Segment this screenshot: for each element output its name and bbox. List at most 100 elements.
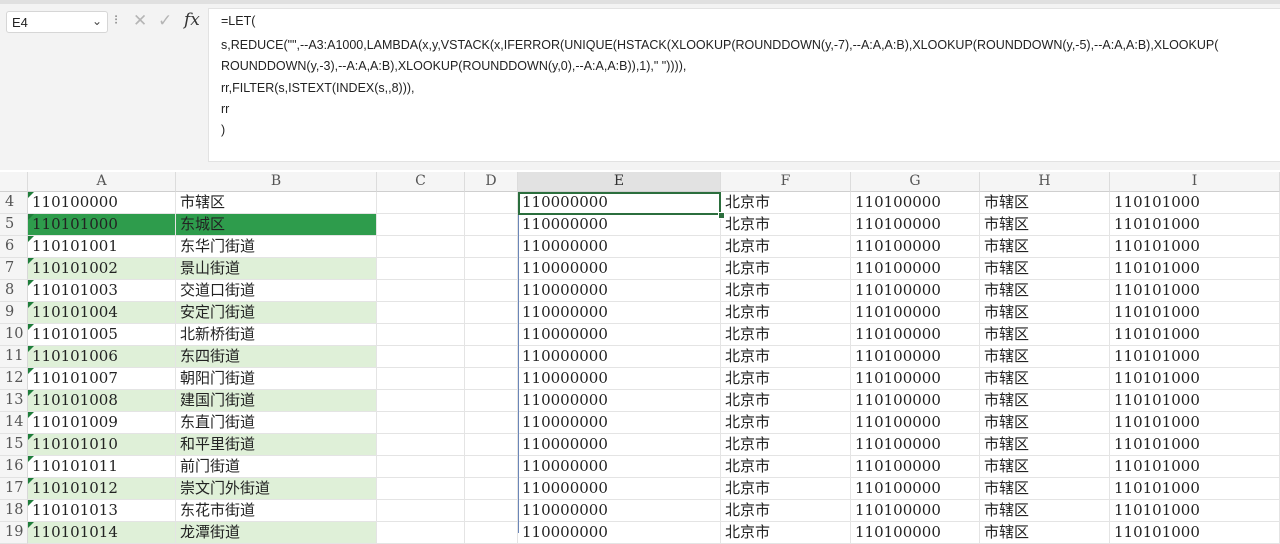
cell-h[interactable]: 市辖区 — [980, 324, 1110, 346]
cell-e[interactable]: 110000000 — [518, 500, 721, 522]
cell-f[interactable]: 北京市 — [721, 368, 851, 390]
cell-e[interactable]: 110000000 — [518, 368, 721, 390]
cell-f[interactable]: 北京市 — [721, 280, 851, 302]
cell-f[interactable]: 北京市 — [721, 324, 851, 346]
cell-h[interactable]: 市辖区 — [980, 214, 1110, 236]
cell-b[interactable]: 交道口街道 — [176, 280, 377, 302]
cell-e[interactable]: 110000000 — [518, 324, 721, 346]
cell-a[interactable]: 110101010 — [28, 434, 176, 456]
cell-b[interactable]: 东四街道 — [176, 346, 377, 368]
cell-b[interactable]: 市辖区 — [176, 192, 377, 214]
cell-g[interactable]: 110100000 — [851, 368, 980, 390]
cell-h[interactable]: 市辖区 — [980, 302, 1110, 324]
cell-c[interactable] — [377, 302, 465, 324]
cell-d[interactable] — [465, 478, 518, 500]
cell-d[interactable] — [465, 192, 518, 214]
cell-f[interactable]: 北京市 — [721, 258, 851, 280]
cell-a[interactable]: 110101005 — [28, 324, 176, 346]
cell-c[interactable] — [377, 434, 465, 456]
cell-i[interactable]: 110101000 — [1110, 434, 1280, 456]
cell-i[interactable]: 110101000 — [1110, 412, 1280, 434]
cell-d[interactable] — [465, 258, 518, 280]
cell-e[interactable]: 110000000 — [518, 280, 721, 302]
formula-input[interactable]: =LET( s,REDUCE("",--A3:A1000,LAMBDA(x,y,… — [208, 8, 1280, 162]
row-header[interactable]: 16 — [0, 456, 28, 478]
cell-c[interactable] — [377, 280, 465, 302]
cell-f[interactable]: 北京市 — [721, 302, 851, 324]
cancel-icon[interactable]: ✕ — [133, 11, 147, 31]
cell-d[interactable] — [465, 500, 518, 522]
cell-g[interactable]: 110100000 — [851, 390, 980, 412]
cell-h[interactable]: 市辖区 — [980, 500, 1110, 522]
cell-a[interactable]: 110101006 — [28, 346, 176, 368]
cell-g[interactable]: 110100000 — [851, 412, 980, 434]
cell-c[interactable] — [377, 390, 465, 412]
cell-a[interactable]: 110101004 — [28, 302, 176, 324]
cell-f[interactable]: 北京市 — [721, 434, 851, 456]
cell-i[interactable]: 110101000 — [1110, 258, 1280, 280]
cell-a[interactable]: 110101000 — [28, 214, 176, 236]
cell-e[interactable]: 110000000 — [518, 522, 721, 544]
cell-b[interactable]: 安定门街道 — [176, 302, 377, 324]
row-header[interactable]: 19 — [0, 522, 28, 544]
row-header[interactable]: 4 — [0, 192, 28, 214]
cell-g[interactable]: 110100000 — [851, 258, 980, 280]
row-header[interactable]: 12 — [0, 368, 28, 390]
cell-c[interactable] — [377, 236, 465, 258]
cell-a[interactable]: 110101012 — [28, 478, 176, 500]
row-header[interactable]: 7 — [0, 258, 28, 280]
cell-i[interactable]: 110101000 — [1110, 368, 1280, 390]
column-header-a[interactable]: A — [28, 172, 176, 192]
column-header-c[interactable]: C — [377, 172, 465, 192]
cell-h[interactable]: 市辖区 — [980, 192, 1110, 214]
cell-i[interactable]: 110101000 — [1110, 456, 1280, 478]
cell-b[interactable]: 东华门街道 — [176, 236, 377, 258]
select-all-corner[interactable] — [0, 172, 28, 192]
chevron-down-icon[interactable]: ⌄ — [92, 14, 102, 28]
cell-a[interactable]: 110101001 — [28, 236, 176, 258]
cell-d[interactable] — [465, 390, 518, 412]
cell-g[interactable]: 110100000 — [851, 478, 980, 500]
cell-e[interactable]: 110000000 — [518, 236, 721, 258]
cell-f[interactable]: 北京市 — [721, 412, 851, 434]
cell-c[interactable] — [377, 500, 465, 522]
cell-f[interactable]: 北京市 — [721, 456, 851, 478]
cell-b[interactable]: 建国门街道 — [176, 390, 377, 412]
cell-c[interactable] — [377, 478, 465, 500]
cell-b[interactable]: 朝阳门街道 — [176, 368, 377, 390]
cell-h[interactable]: 市辖区 — [980, 412, 1110, 434]
cell-f[interactable]: 北京市 — [721, 500, 851, 522]
cell-c[interactable] — [377, 258, 465, 280]
fill-handle[interactable] — [718, 212, 725, 219]
cell-f[interactable]: 北京市 — [721, 214, 851, 236]
cell-d[interactable] — [465, 434, 518, 456]
cell-f[interactable]: 北京市 — [721, 236, 851, 258]
cell-c[interactable] — [377, 456, 465, 478]
cell-d[interactable] — [465, 214, 518, 236]
cell-e[interactable]: 110000000 — [518, 258, 721, 280]
cell-e[interactable]: 110000000 — [518, 302, 721, 324]
cell-d[interactable] — [465, 522, 518, 544]
cell-g[interactable]: 110100000 — [851, 236, 980, 258]
column-header-f[interactable]: F — [721, 172, 851, 192]
cell-h[interactable]: 市辖区 — [980, 368, 1110, 390]
cell-d[interactable] — [465, 346, 518, 368]
cell-a[interactable]: 110101007 — [28, 368, 176, 390]
cell-i[interactable]: 110101000 — [1110, 390, 1280, 412]
column-header-b[interactable]: B — [176, 172, 377, 192]
cell-e[interactable]: 110000000 — [518, 478, 721, 500]
insert-function-icon[interactable]: fx — [184, 10, 200, 30]
cell-i[interactable]: 110101000 — [1110, 478, 1280, 500]
cell-b[interactable]: 崇文门外街道 — [176, 478, 377, 500]
cell-g[interactable]: 110100000 — [851, 302, 980, 324]
cell-g[interactable]: 110100000 — [851, 522, 980, 544]
cell-b[interactable]: 北新桥街道 — [176, 324, 377, 346]
cell-e[interactable]: 110000000 — [518, 390, 721, 412]
cell-i[interactable]: 110101000 — [1110, 214, 1280, 236]
cell-d[interactable] — [465, 368, 518, 390]
cell-a[interactable]: 110101003 — [28, 280, 176, 302]
row-header[interactable]: 9 — [0, 302, 28, 324]
cell-i[interactable]: 110101000 — [1110, 192, 1280, 214]
cell-g[interactable]: 110100000 — [851, 500, 980, 522]
column-header-i[interactable]: I — [1110, 172, 1280, 192]
